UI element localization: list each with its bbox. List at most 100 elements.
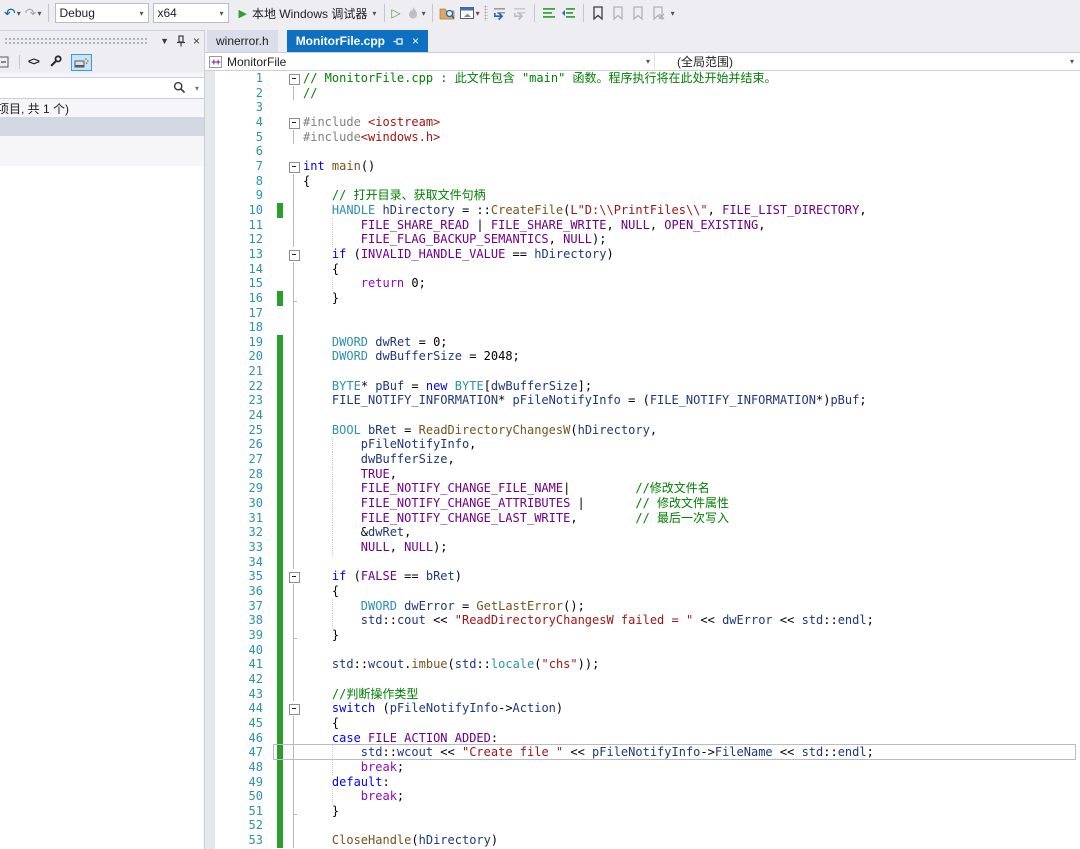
- breakpoint-margin[interactable]: [205, 115, 215, 130]
- code-line[interactable]: 41 std::wcout.imbue(std::locale("chs"));: [205, 657, 1080, 672]
- start-without-debugging-button[interactable]: ▷: [389, 3, 402, 23]
- solution-tree-body[interactable]: [0, 166, 203, 849]
- code-text[interactable]: dwBufferSize,: [301, 452, 1080, 467]
- breakpoint-margin[interactable]: [205, 320, 215, 335]
- code-line[interactable]: 25 BOOL bRet = ReadDirectoryChangesW(hDi…: [205, 423, 1080, 438]
- code-text[interactable]: return 0;: [301, 276, 1080, 291]
- breakpoint-margin[interactable]: [205, 525, 215, 540]
- code-line[interactable]: 52: [205, 818, 1080, 833]
- code-line[interactable]: 45 {: [205, 716, 1080, 731]
- code-line[interactable]: 16 }: [205, 291, 1080, 306]
- code-line[interactable]: 4#include <iostream>: [205, 115, 1080, 130]
- code-text[interactable]: TRUE,: [301, 467, 1080, 482]
- code-text[interactable]: #include<windows.h>: [301, 130, 1080, 145]
- code-text[interactable]: std::cout << "ReadDirectoryChangesW fail…: [301, 613, 1080, 628]
- breakpoint-margin[interactable]: [205, 672, 215, 687]
- navigate-home-button[interactable]: ▾: [457, 3, 482, 23]
- redo-button[interactable]: ↷▾: [23, 3, 44, 23]
- chevron-down-icon[interactable]: ▾: [422, 9, 426, 18]
- code-text[interactable]: [301, 320, 1080, 335]
- code-line[interactable]: 8{: [205, 174, 1080, 189]
- breakpoint-margin[interactable]: [205, 174, 215, 189]
- code-line[interactable]: 43 //判断操作类型: [205, 687, 1080, 702]
- breakpoint-margin[interactable]: [205, 599, 215, 614]
- breakpoint-margin[interactable]: [205, 789, 215, 804]
- code-text[interactable]: // 打开目录、获取文件句柄: [301, 188, 1080, 203]
- code-line[interactable]: 15 return 0;: [205, 276, 1080, 291]
- code-text[interactable]: }: [301, 291, 1080, 306]
- code-text[interactable]: [301, 643, 1080, 658]
- breakpoint-margin[interactable]: [205, 804, 215, 819]
- code-line[interactable]: 14 {: [205, 262, 1080, 277]
- code-line[interactable]: 19 DWORD dwRet = 0;: [205, 335, 1080, 350]
- breakpoint-margin[interactable]: [205, 379, 215, 394]
- fold-toggle-icon[interactable]: [285, 569, 301, 584]
- breakpoint-margin[interactable]: [205, 291, 215, 306]
- breakpoint-margin[interactable]: [205, 613, 215, 628]
- code-text[interactable]: [301, 364, 1080, 379]
- code-text[interactable]: {: [301, 262, 1080, 277]
- code-text[interactable]: {: [301, 716, 1080, 731]
- code-text[interactable]: FILE_NOTIFY_INFORMATION* pFileNotifyInfo…: [301, 393, 1080, 408]
- breakpoint-margin[interactable]: [205, 467, 215, 482]
- breakpoint-margin[interactable]: [205, 569, 215, 584]
- code-line[interactable]: 3: [205, 100, 1080, 115]
- code-text[interactable]: [301, 100, 1080, 115]
- breakpoint-margin[interactable]: [205, 232, 215, 247]
- members-dropdown[interactable]: (全局范围) ▾: [655, 53, 1080, 70]
- window-position-button[interactable]: ▼: [160, 36, 169, 46]
- code-line[interactable]: 22 BYTE* pBuf = new BYTE[dwBufferSize];: [205, 379, 1080, 394]
- bookmark-menu-button[interactable]: ▾: [668, 3, 677, 23]
- code-text[interactable]: break;: [301, 789, 1080, 804]
- code-line[interactable]: 29 FILE_NOTIFY_CHANGE_FILE_NAME| //修改文件名: [205, 481, 1080, 496]
- search-icon[interactable]: [173, 81, 186, 94]
- code-line[interactable]: 24: [205, 408, 1080, 423]
- code-line[interactable]: 6: [205, 144, 1080, 159]
- types-dropdown[interactable]: ++ MonitorFile ▾: [205, 53, 655, 70]
- collapse-all-button[interactable]: [0, 54, 11, 70]
- breakpoint-margin[interactable]: [205, 643, 215, 658]
- breakpoint-margin[interactable]: [205, 100, 215, 115]
- code-text[interactable]: #include <iostream>: [301, 115, 1080, 130]
- breakpoint-margin[interactable]: [205, 818, 215, 833]
- start-debugging-button[interactable]: ▶本地 Windows 调试器▾: [235, 3, 381, 23]
- code-text[interactable]: std::wcout.imbue(std::locale("chs"));: [301, 657, 1080, 672]
- code-line[interactable]: 38 std::cout << "ReadDirectoryChangesW f…: [205, 613, 1080, 628]
- code-text[interactable]: [301, 818, 1080, 833]
- code-line[interactable]: 9 // 打开目录、获取文件句柄: [205, 188, 1080, 203]
- code-text[interactable]: int main(): [301, 159, 1080, 174]
- breakpoint-margin[interactable]: [205, 159, 215, 174]
- code-text[interactable]: //: [301, 86, 1080, 101]
- code-line[interactable]: 27 dwBufferSize,: [205, 452, 1080, 467]
- code-line[interactable]: 34: [205, 555, 1080, 570]
- breakpoint-margin[interactable]: [205, 203, 215, 218]
- breakpoint-margin[interactable]: [205, 716, 215, 731]
- chevron-down-icon[interactable]: ▾: [476, 9, 480, 18]
- breakpoint-margin[interactable]: [205, 335, 215, 350]
- solution-search-box[interactable]: ▾: [0, 77, 204, 99]
- code-line[interactable]: 37 DWORD dwError = GetLastError();: [205, 599, 1080, 614]
- code-text[interactable]: BYTE* pBuf = new BYTE[dwBufferSize];: [301, 379, 1080, 394]
- preview-selected-items-button[interactable]: [71, 54, 92, 71]
- code-line[interactable]: 44 switch (pFileNotifyInfo->Action): [205, 701, 1080, 716]
- breakpoint-margin[interactable]: [205, 481, 215, 496]
- code-area[interactable]: 1// MonitorFile.cpp : 此文件包含 "main" 函数。程序…: [205, 71, 1080, 849]
- breakpoint-margin[interactable]: [205, 511, 215, 526]
- code-line[interactable]: 49 default:: [205, 775, 1080, 790]
- previous-bookmark-button[interactable]: [608, 3, 628, 23]
- hot-reload-button[interactable]: ▾: [403, 3, 428, 23]
- code-text[interactable]: BOOL bRet = ReadDirectoryChangesW(hDirec…: [301, 423, 1080, 438]
- breakpoint-margin[interactable]: [205, 306, 215, 321]
- pin-tab-button[interactable]: [393, 36, 404, 47]
- breakpoint-margin[interactable]: [205, 144, 215, 159]
- code-line[interactable]: 20 DWORD dwBufferSize = 2048;: [205, 349, 1080, 364]
- tab-monitorfile-cpp[interactable]: MonitorFile.cpp ×: [287, 30, 428, 52]
- breakpoint-margin[interactable]: [205, 437, 215, 452]
- breakpoint-margin[interactable]: [205, 188, 215, 203]
- close-tab-button[interactable]: ×: [412, 35, 419, 47]
- selected-tree-item[interactable]: [0, 117, 204, 136]
- code-text[interactable]: [301, 672, 1080, 687]
- code-line[interactable]: 7int main(): [205, 159, 1080, 174]
- code-line[interactable]: 28 TRUE,: [205, 467, 1080, 482]
- breakpoint-margin[interactable]: [205, 218, 215, 233]
